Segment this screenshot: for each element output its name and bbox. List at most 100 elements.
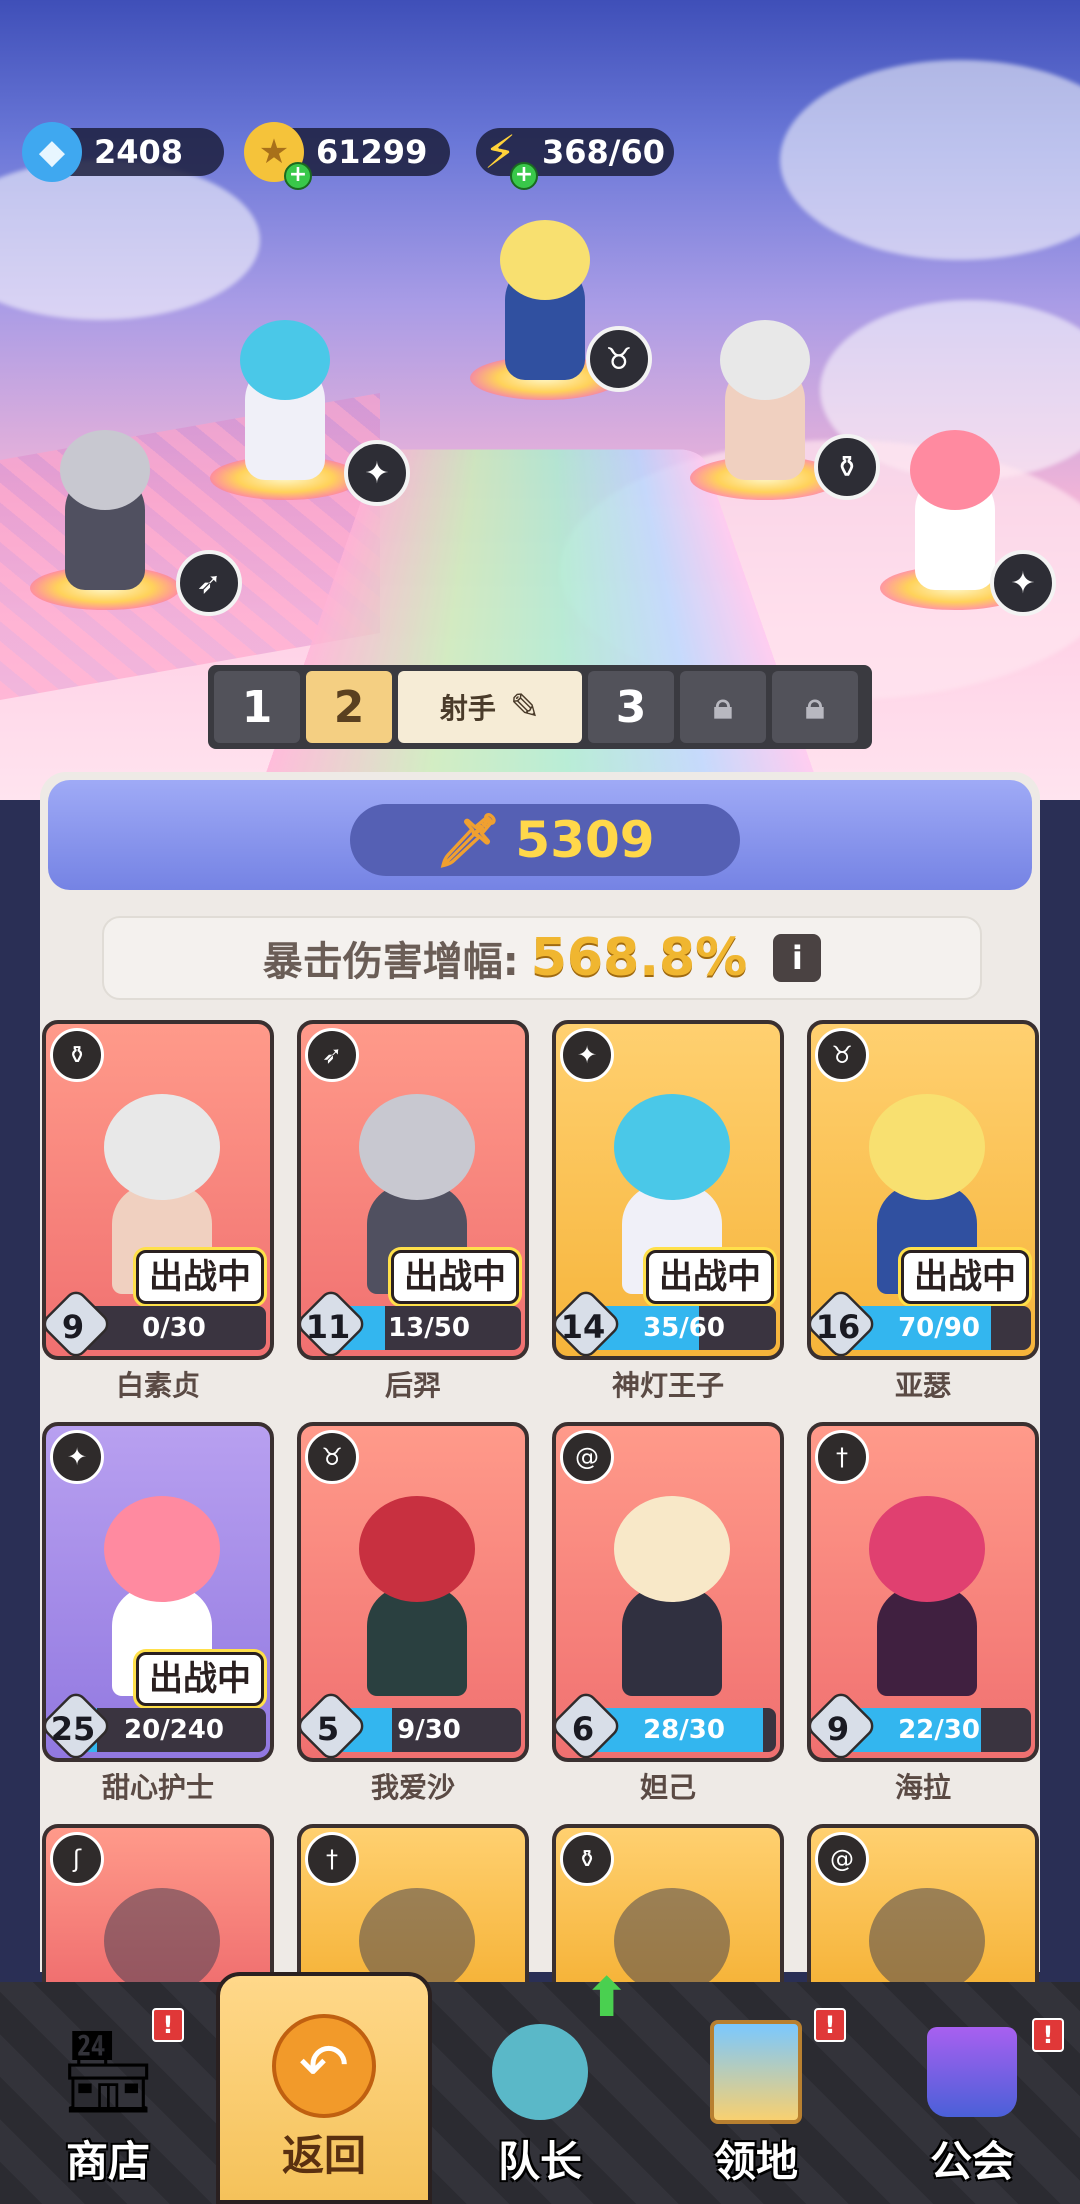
hero-portrait-body [622, 1586, 722, 1696]
hero-portrait-head [614, 1496, 730, 1602]
energy-counter[interactable]: ⚡ + 368/60 [476, 125, 674, 190]
hero-portrait-head [869, 1888, 985, 1982]
lock-icon: 🔒︎ [713, 686, 733, 727]
shard-progress: 35/60 [592, 1306, 776, 1350]
wings-icon: ✦ [560, 1028, 614, 1082]
hero-level: 9 [61, 1308, 85, 1346]
team-selector: 1 2 射手 ✎ 3 🔒︎ 🔒︎ [208, 665, 872, 749]
hero-card[interactable]: ♉ 出战中 70/90 16 [807, 1020, 1039, 1360]
shard-progress: 70/90 [847, 1306, 1031, 1350]
bull-icon: ♉ [586, 326, 652, 392]
hero-card[interactable]: ✦ 出战中 20/240 25 [42, 1422, 274, 1762]
hero-name: 神灯王子 [611, 1369, 724, 1402]
hero-card[interactable]: ʃ [42, 1824, 274, 1982]
hero-card[interactable]: † 22/30 9 [807, 1422, 1039, 1762]
sword-icon: 🗡︎ [435, 810, 502, 871]
bow-icon: ➶ [305, 1028, 359, 1082]
nav-captain[interactable]: 队长 ⬆ [432, 1966, 648, 2204]
dagger-icon: † [815, 1430, 869, 1484]
shard-progress: 28/30 [592, 1708, 776, 1752]
hero-card[interactable]: @28/30 6 [552, 1422, 784, 1762]
hero-portrait-head [104, 1496, 220, 1602]
hero-portrait-body [877, 1586, 977, 1696]
team-name-edit[interactable]: 射手 ✎ [398, 671, 582, 743]
field-hero-genie[interactable] [210, 320, 360, 500]
alert-badge: ! [814, 2008, 846, 2042]
energy-value: 368/60 [542, 133, 666, 171]
deployed-badge: 出战中 [136, 1250, 264, 1304]
bull-icon: ♉ [815, 1028, 869, 1082]
nav-guild[interactable]: 公会 ! [864, 1982, 1080, 2204]
hero-portrait-head [104, 1094, 220, 1200]
gems-counter[interactable]: ◆ 2408 [22, 122, 224, 182]
team-tab-1[interactable]: 1 [214, 671, 300, 743]
potion-icon: ⚱ [50, 1028, 104, 1082]
field-hero-archer[interactable] [30, 430, 180, 610]
team-tab-locked[interactable]: 🔒︎ [772, 671, 858, 743]
upgrade-arrow-icon: ⬆ [584, 1966, 630, 2029]
diamond-icon: ◆ [22, 122, 82, 182]
hero-level: 14 [560, 1308, 606, 1346]
hero-portrait-head [869, 1094, 985, 1200]
deployed-badge: 出战中 [391, 1250, 519, 1304]
shard-progress: 22/30 [847, 1708, 1031, 1752]
team-tab-locked[interactable]: 🔒︎ [680, 671, 766, 743]
deployed-badge: 出战中 [901, 1250, 1029, 1304]
gems-value: 2408 [94, 133, 184, 171]
team-name: 射手 [439, 692, 496, 725]
bottom-nav: 🏪︎ 商店 ! ↶ 返回 队长 ⬆ 领地 ! 公会 ! [0, 1966, 1080, 2204]
cloud [780, 60, 1080, 260]
shard-progress-text: 70/90 [898, 1313, 980, 1343]
hero-card[interactable]: @ [807, 1824, 1039, 1982]
hero-level: 16 [815, 1308, 861, 1346]
edit-icon: ✎ [509, 686, 541, 728]
gold-counter[interactable]: ★ + 61299 [244, 122, 450, 190]
hero-level: 5 [316, 1710, 340, 1748]
guild-icon [917, 2022, 1027, 2122]
alert-badge: ! [152, 2008, 184, 2042]
hero-card[interactable]: ⚱ [552, 1824, 784, 1982]
hero-portrait-head [614, 1888, 730, 1982]
shard-progress: 0/30 [82, 1306, 266, 1350]
spiral-icon: @ [560, 1430, 614, 1484]
hero-level: 6 [571, 1710, 595, 1748]
hero-card[interactable]: ➶ 出战中 13/50 11 [297, 1020, 529, 1360]
add-gold-icon[interactable]: + [284, 162, 312, 190]
bull-icon: ♉ [305, 1430, 359, 1484]
captain-icon [485, 2022, 595, 2122]
shop-icon: 🏪︎ [57, 2025, 159, 2118]
shard-progress-text: 0/30 [142, 1313, 206, 1343]
hero-portrait-head [614, 1094, 730, 1200]
hero-name: 白素贞 [115, 1369, 200, 1402]
hero-portrait-head [869, 1496, 985, 1602]
team-power: 🗡︎ 5309 [350, 804, 740, 876]
shard-progress: 20/240 [82, 1708, 266, 1752]
team-tab-2[interactable]: 2 [306, 671, 392, 743]
shard-progress-text: 13/50 [388, 1313, 470, 1343]
shard-progress-text: 9/30 [397, 1715, 461, 1745]
nav-shop[interactable]: 🏪︎ 商店 ! [0, 1982, 216, 2204]
wings-icon: ✦ [990, 550, 1056, 616]
alert-badge: ! [1032, 2018, 1064, 2052]
shard-progress-text: 22/30 [898, 1715, 980, 1745]
nav-territory[interactable]: 领地 ! [648, 1982, 864, 2204]
hero-card[interactable]: ⚱ 出战中 0/30 9 [42, 1020, 274, 1360]
wings-icon: ✦ [50, 1430, 104, 1484]
deployed-badge: 出战中 [646, 1250, 774, 1304]
nav-return[interactable]: ↶ 返回 [216, 1972, 432, 2204]
shard-progress-text: 35/60 [643, 1313, 725, 1343]
team-tab-3[interactable]: 3 [588, 671, 674, 743]
hero-card[interactable]: † [297, 1824, 529, 1982]
hero-card[interactable]: ♉ 9/30 5 [297, 1422, 529, 1762]
hero-card[interactable]: ✦ 出战中 35/60 14 [552, 1020, 784, 1360]
potion-icon: ⚱ [814, 434, 880, 500]
wings-icon: ✦ [344, 440, 410, 506]
add-energy-icon[interactable]: + [510, 162, 538, 190]
crit-value: 568.8% [530, 928, 748, 988]
info-icon[interactable]: i [773, 934, 822, 982]
battle-scene: ◆ 2408 ★ + 61299 ⚡ + 368/60 ➶ ✦ ♉ ⚱ ✦ 1 … [0, 0, 1080, 800]
hero-level: 25 [50, 1710, 96, 1748]
hero-name: 海拉 [894, 1771, 951, 1804]
crit-label: 暴击伤害增幅: [262, 939, 519, 985]
power-value: 5309 [515, 811, 655, 869]
